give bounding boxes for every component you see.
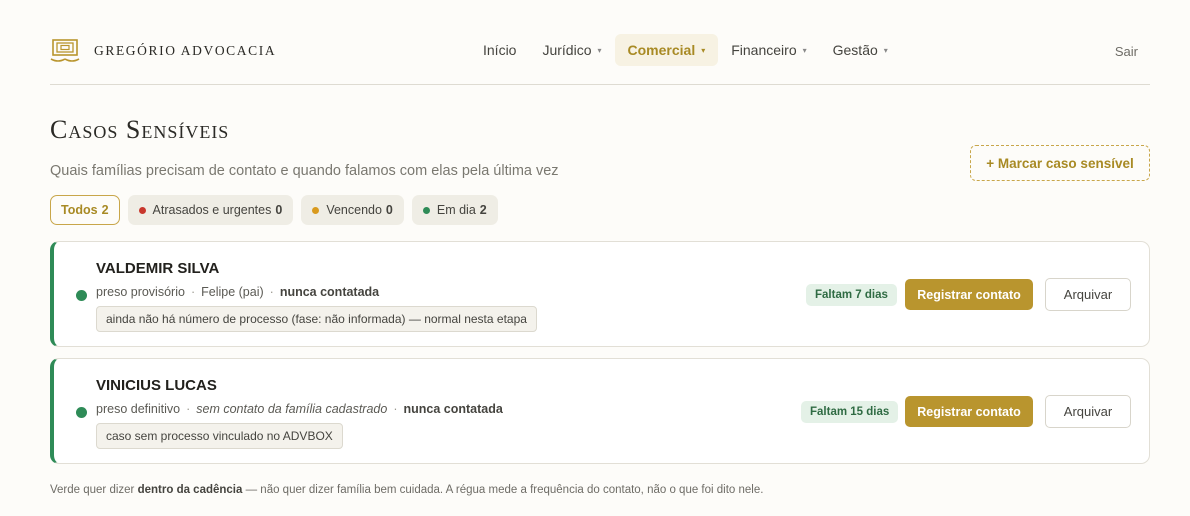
status-dot-icon (312, 206, 320, 214)
deadline-badge: Faltam 7 dias (806, 284, 897, 306)
case-status: preso definitivo (96, 402, 181, 416)
case-card: VALDEMIR SILVA preso provisório · Felipe (p… (50, 241, 1150, 347)
page-title: Casos Sensíveis (50, 115, 230, 144)
nav-item-comercial[interactable]: Comercial ▾ (614, 34, 719, 66)
case-meta: preso definitivo · sem contato da família … (96, 402, 503, 416)
nav-item-financeiro[interactable]: Financeiro ▾ (718, 34, 819, 66)
status-dot-icon (138, 206, 146, 214)
case-status: preso provisório (96, 285, 185, 299)
separator: · (190, 285, 196, 299)
footnote-suffix: — não quer dizer família bem cuidada. A … (242, 484, 764, 496)
case-meta: preso provisório · Felipe (pai) · nunca cont… (96, 285, 379, 299)
nav-item-label: Financeiro (731, 42, 797, 58)
register-contact-button[interactable]: Registrar contato (905, 396, 1033, 427)
deadline-badge: Faltam 15 dias (801, 401, 899, 423)
separator: · (269, 285, 274, 299)
archive-button[interactable]: Arquivar (1045, 278, 1131, 311)
logout-link[interactable]: Sair (1115, 44, 1138, 59)
filter-chip[interactable]: Atrasados e urgentes 0 (127, 195, 294, 225)
separator: · (393, 402, 398, 416)
case-family-contact: Felipe (pai) (201, 285, 264, 299)
chevron-down-icon: ▾ (802, 45, 807, 55)
status-dot-icon (76, 290, 87, 301)
case-note: ainda não há número de processo (fase: n… (96, 306, 537, 332)
page-subtitle: Quais famílias precisam de contato e qua… (50, 163, 559, 179)
filter-count: 2 (101, 203, 109, 217)
filter-chip[interactable]: Vencendo 0 (301, 195, 404, 225)
filter-chip[interactable]: Todos 2 (50, 195, 120, 225)
filter-count: 2 (479, 203, 487, 217)
filter-chips: Todos 2 Atrasados e urgentes 0 Vencendo 0 Em d… (50, 195, 498, 225)
case-card: VINICIUS LUCAS preso definitivo · sem conta… (50, 358, 1150, 464)
scales-building-logo (50, 39, 80, 62)
chevron-down-icon: ▾ (701, 45, 706, 55)
register-contact-button[interactable]: Registrar contato (905, 279, 1033, 310)
chevron-down-icon: ▾ (597, 45, 602, 55)
archive-button[interactable]: Arquivar (1045, 395, 1131, 428)
nav-item-label: Gestão (832, 42, 878, 58)
nav-item-label: Jurídico (542, 42, 592, 58)
nav-item-jurídico[interactable]: Jurídico ▾ (529, 34, 614, 66)
nav-item-início[interactable]: Início (470, 34, 529, 66)
filter-count: 0 (385, 203, 393, 217)
nav-item-gestão[interactable]: Gestão ▾ (820, 34, 901, 66)
footnote: Verde quer dizer dentro da cadência — nã… (50, 484, 763, 496)
nav-item-label: Início (483, 42, 517, 58)
filter-label: Vencendo (326, 203, 382, 217)
footnote-prefix: Verde quer dizer (50, 484, 138, 496)
filter-chip[interactable]: Em dia 2 (411, 195, 498, 225)
case-name: VINICIUS LUCAS (96, 377, 217, 394)
case-name: VALDEMIR SILVA (96, 260, 220, 277)
status-dot-icon (76, 407, 87, 418)
brand[interactable]: GREGÓRIO ADVOCACIA (50, 38, 276, 64)
main-nav: Início Jurídico ▾ Comercial ▾ Financeiro ▾ Gest… (470, 34, 901, 66)
brand-name: GREGÓRIO ADVOCACIA (94, 43, 277, 58)
separator: · (186, 402, 191, 416)
case-family-contact: sem contato da família cadastrado (196, 402, 388, 416)
nav-item-label: Comercial (627, 42, 696, 58)
footnote-bold: dentro da cadência (137, 484, 243, 496)
mark-sensitive-case-button[interactable]: + Marcar caso sensível (970, 145, 1150, 181)
filter-label: Atrasados e urgentes (152, 203, 272, 217)
status-dot-icon (422, 206, 430, 214)
filter-count: 0 (275, 203, 283, 217)
top-header: GREGÓRIO ADVOCACIA Início Jurídico ▾ Comerc… (50, 0, 1150, 85)
case-last-contact: nunca contatada (279, 285, 380, 299)
filter-label: Todos (61, 203, 98, 217)
case-last-contact: nunca contatada (403, 402, 503, 416)
chevron-down-icon: ▾ (883, 45, 888, 55)
case-note: caso sem processo vinculado no ADVBOX (96, 423, 343, 449)
filter-label: Em dia (436, 203, 476, 217)
